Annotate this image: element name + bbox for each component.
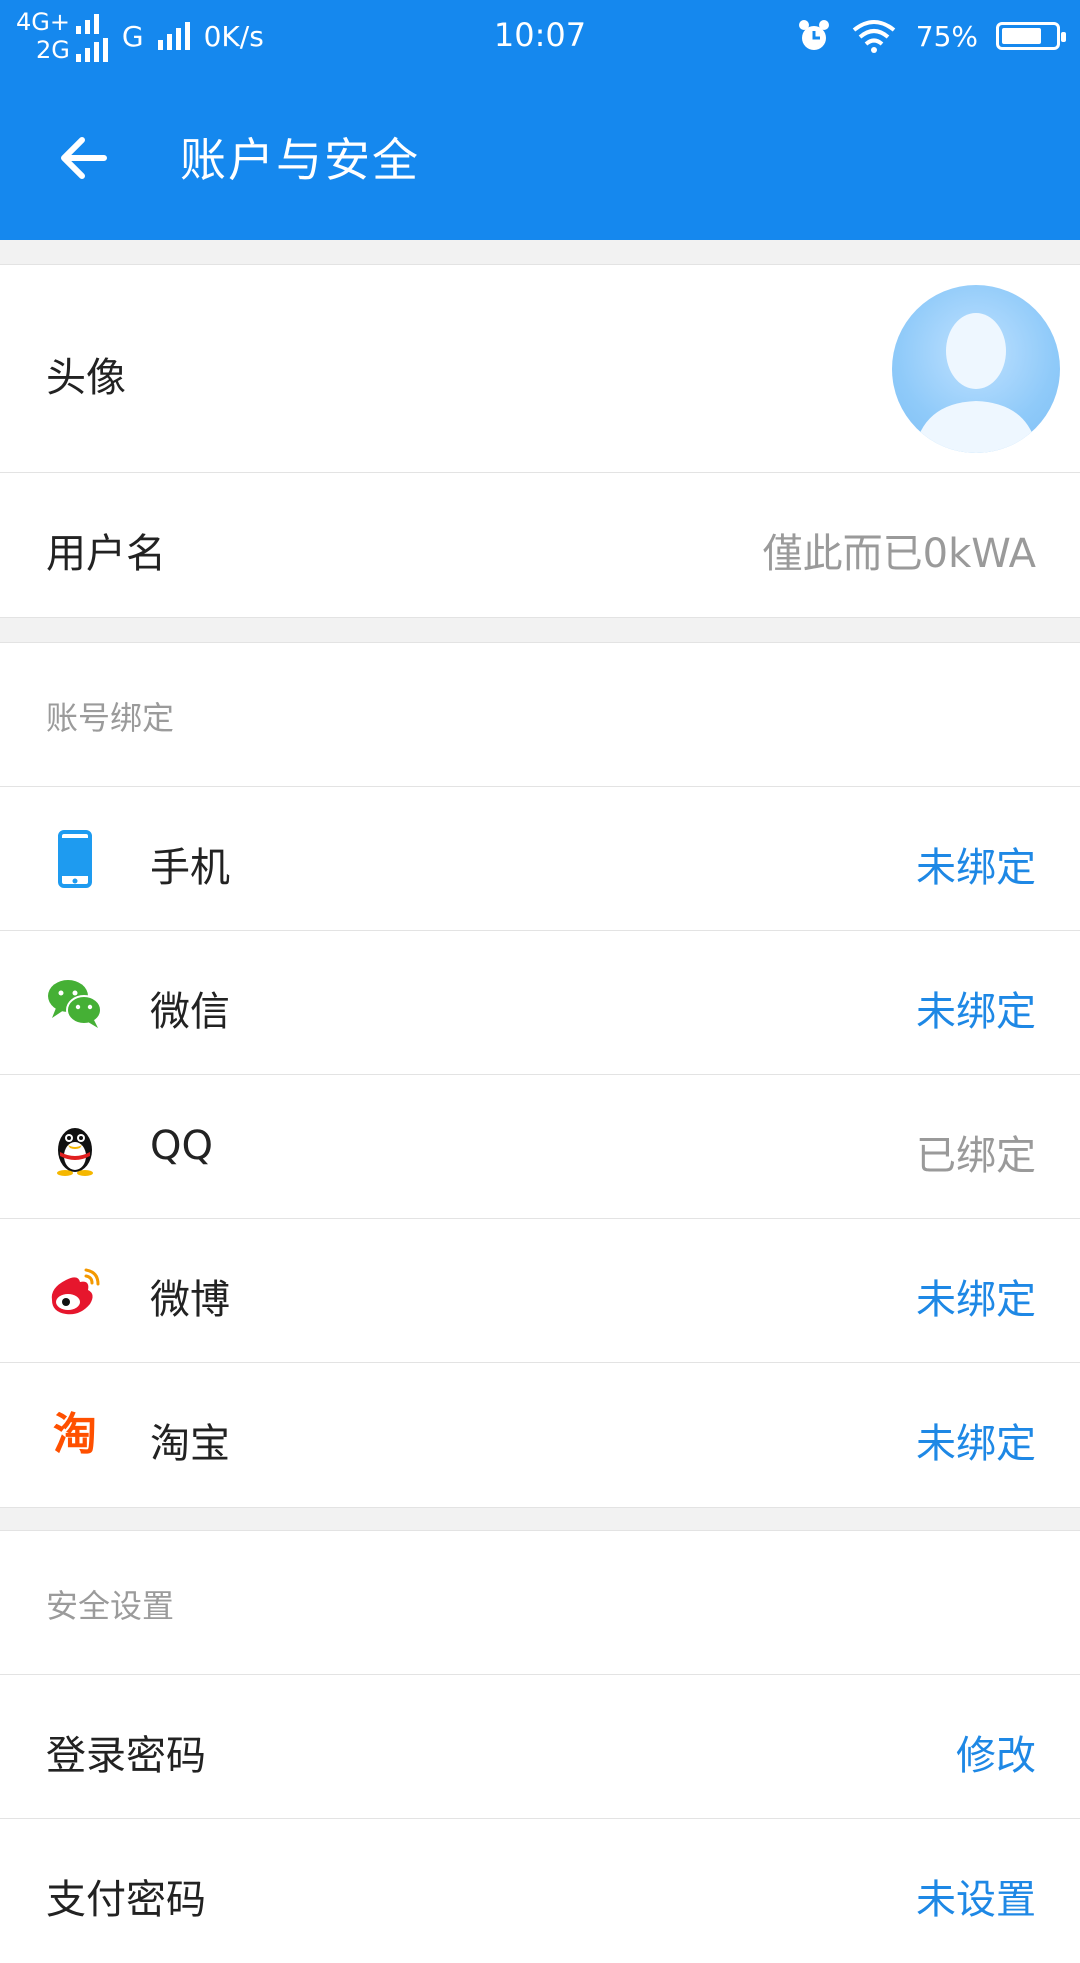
avatar[interactable] xyxy=(892,285,1060,453)
user-silhouette-icon xyxy=(914,313,1038,453)
profile-card: 头像 用户名 僅此而已0kWA xyxy=(0,264,1080,618)
security-card: 安全设置 登录密码 修改 支付密码 未设置 xyxy=(0,1530,1080,1963)
phone-icon xyxy=(58,830,92,888)
battery-percent: 75% xyxy=(915,19,978,53)
binding-label: 微博 xyxy=(150,1277,230,1323)
binding-status[interactable]: 未绑定 xyxy=(916,1411,1036,1469)
username-value: 僅此而已0kWA xyxy=(762,531,1036,577)
binding-label: QQ xyxy=(150,1123,213,1169)
binding-status[interactable]: 未绑定 xyxy=(916,979,1036,1037)
security-action[interactable]: 未设置 xyxy=(916,1867,1036,1925)
security-label: 登录密码 xyxy=(46,1733,206,1779)
binding-row-qq[interactable]: QQ 已绑定 xyxy=(0,1075,1080,1219)
section-title: 安全设置 xyxy=(46,1587,175,1625)
binding-row-wechat[interactable]: 微信 未绑定 xyxy=(0,931,1080,1075)
login-password-row[interactable]: 登录密码 修改 xyxy=(0,1675,1080,1819)
binding-status[interactable]: 已绑定 xyxy=(916,1123,1036,1181)
wifi-icon xyxy=(852,20,896,53)
binding-label: 手机 xyxy=(150,845,230,891)
binding-section-header: 账号绑定 xyxy=(0,643,1080,787)
pay-password-row[interactable]: 支付密码 未设置 xyxy=(0,1819,1080,1963)
binding-row-taobao[interactable]: 淘 淘宝 未绑定 xyxy=(0,1363,1080,1507)
username-row[interactable]: 用户名 僅此而已0kWA xyxy=(0,473,1080,617)
binding-label: 淘宝 xyxy=(150,1421,230,1467)
section-title: 账号绑定 xyxy=(46,699,175,737)
security-action[interactable]: 修改 xyxy=(956,1723,1036,1781)
username-label: 用户名 xyxy=(46,531,166,577)
alarm-icon xyxy=(798,20,829,50)
avatar-row[interactable]: 头像 xyxy=(0,265,1080,473)
binding-row-weibo[interactable]: 微博 未绑定 xyxy=(0,1219,1080,1363)
security-label: 支付密码 xyxy=(46,1877,206,1923)
status-right: 75% xyxy=(796,12,1066,60)
taobao-icon: 淘 xyxy=(53,1409,97,1460)
weibo-icon xyxy=(51,1268,100,1315)
app-bar: 账户与安全 xyxy=(0,72,1080,240)
battery-icon xyxy=(996,22,1066,50)
binding-card: 账号绑定 手机 未绑定 微信 未绑定 QQ 已绑定 微博 未绑定 淘 淘宝 未绑… xyxy=(0,642,1080,1508)
page-title: 账户与安全 xyxy=(180,133,420,187)
avatar-label: 头像 xyxy=(46,355,126,401)
binding-label: 微信 xyxy=(150,989,230,1035)
wechat-icon xyxy=(48,980,102,1028)
arrow-left-icon[interactable] xyxy=(52,126,116,190)
binding-row-phone[interactable]: 手机 未绑定 xyxy=(0,787,1080,931)
binding-status[interactable]: 未绑定 xyxy=(916,835,1036,893)
security-section-header: 安全设置 xyxy=(0,1531,1080,1675)
binding-status[interactable]: 未绑定 xyxy=(916,1267,1036,1325)
qq-icon xyxy=(57,1128,93,1176)
status-bar: 4G+ 2G G 0K/s 10:07 75% xyxy=(0,0,1080,72)
